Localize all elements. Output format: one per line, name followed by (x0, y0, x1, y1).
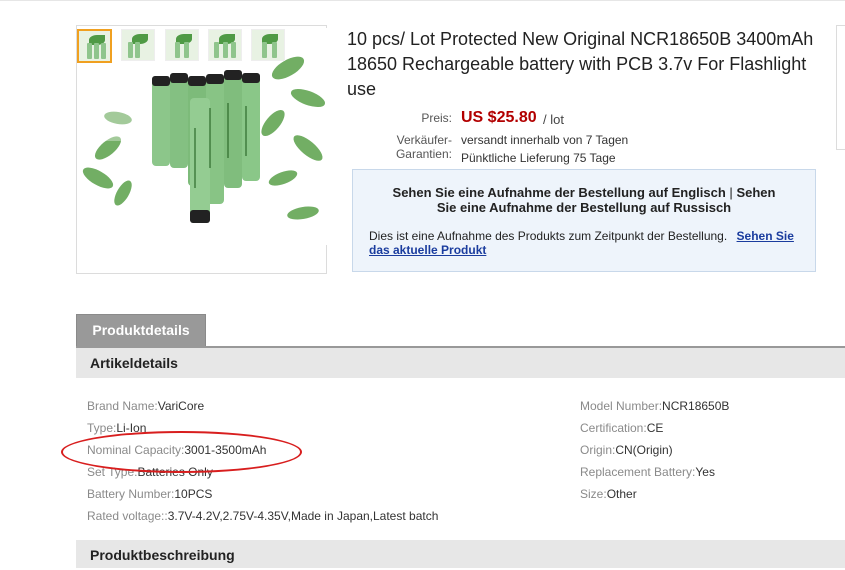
attr-key: Rated voltage:: (87, 509, 168, 523)
highlight-circle-annotation (61, 431, 302, 473)
attr-size: Size:Other (580, 487, 637, 501)
attr-key: Origin: (580, 443, 616, 457)
snapshot-description: Dies ist eine Aufnahme des Produkts zum … (369, 229, 728, 243)
attr-key: Replacement Battery: (580, 465, 696, 479)
thumbnail-5[interactable] (251, 29, 285, 61)
attr-value: Other (606, 487, 637, 501)
price-unit: / lot (543, 112, 564, 127)
guarantee-label-1: Verkäufer- (396, 133, 452, 147)
attr-battery-number: Battery Number:10PCS (87, 487, 212, 501)
battery-photo (78, 28, 328, 245)
attr-replacement-battery: Replacement Battery:Yes (580, 465, 715, 479)
snapshot-russian-link-start[interactable]: Sehen (736, 185, 775, 200)
attr-brand-name: Brand Name:VariCore (87, 399, 204, 413)
section-product-description: Produktbeschreibung (76, 540, 845, 568)
section-item-details-title: Artikeldetails (90, 355, 178, 371)
guarantee-delivery: Pünktliche Lieferung 75 Tage (461, 151, 616, 165)
price-value: US $25.80 (461, 109, 537, 126)
guarantee-shipping: versandt innerhalb von 7 Tagen (461, 133, 629, 147)
side-panel-edge (836, 25, 845, 150)
thumbnail-4[interactable] (208, 29, 242, 61)
attr-value: VariCore (157, 399, 205, 413)
attr-key: Brand Name: (87, 399, 158, 413)
thumbnail-3[interactable] (165, 29, 199, 61)
tab-product-details[interactable]: Produktdetails (76, 314, 206, 346)
link-separator: | (729, 185, 733, 200)
price-label: Preis: (421, 111, 452, 125)
snapshot-notice: Sehen Sie eine Aufnahme der Bestellung a… (352, 169, 816, 272)
product-main-image[interactable] (78, 28, 328, 245)
section-item-details: Artikeldetails (76, 348, 845, 378)
top-divider (0, 0, 845, 1)
attr-key: Battery Number: (87, 487, 175, 501)
product-gallery (76, 25, 328, 274)
snapshot-english-link[interactable]: Sehen Sie eine Aufnahme der Bestellung a… (393, 185, 726, 200)
attr-value: NCR18650B (662, 399, 730, 413)
product-title: 10 pcs/ Lot Protected New Original NCR18… (347, 29, 814, 99)
attr-key: Size: (580, 487, 607, 501)
thumbnail-2[interactable] (121, 29, 155, 61)
guarantee-label-2: Garantien: (395, 147, 452, 161)
attr-key: Type: (87, 421, 117, 435)
attr-value: Yes (695, 465, 715, 479)
attr-rated-voltage: Rated voltage::3.7V-4.2V,2.75V-4.35V,Mad… (87, 509, 438, 523)
attr-key: Certification: (580, 421, 647, 435)
attr-origin: Origin:CN(Origin) (580, 443, 673, 457)
attr-value: 3.7V-4.2V,2.75V-4.35V,Made in Japan,Late… (167, 509, 439, 523)
attr-value: 10PCS (174, 487, 213, 501)
thumbnail-1[interactable] (77, 29, 112, 63)
attr-value: CE (646, 421, 664, 435)
attr-key: Model Number: (580, 399, 663, 413)
snapshot-notice-text: Dies ist eine Aufnahme des Produkts zum … (369, 229, 799, 257)
attr-value: CN(Origin) (615, 443, 673, 457)
attr-certification: Certification:CE (580, 421, 663, 435)
section-product-description-title: Produktbeschreibung (90, 547, 235, 563)
snapshot-russian-link[interactable]: Sie eine Aufnahme der Bestellung auf Rus… (437, 200, 731, 215)
snapshot-language-links: Sehen Sie eine Aufnahme der Bestellung a… (353, 185, 815, 215)
attr-model-number: Model Number:NCR18650B (580, 399, 729, 413)
